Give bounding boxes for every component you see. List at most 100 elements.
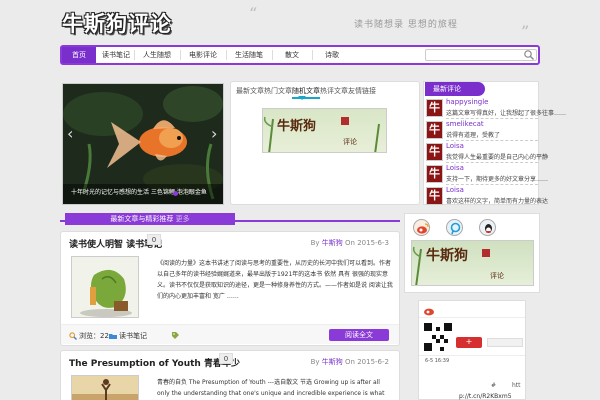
- nav-item-life-essays[interactable]: 生活随笔: [227, 47, 271, 63]
- image-slider[interactable]: ‹ › 十年时光的记忆与感想的生活 三色锦鲤 泡泡眼金鱼: [62, 83, 224, 205]
- comment-author[interactable]: happysingle: [446, 98, 488, 106]
- nav-item-prose[interactable]: 散文: [273, 47, 311, 63]
- folder-icon: [109, 334, 117, 339]
- bamboo-decoration: [263, 116, 380, 152]
- post-excerpt: 青春的自负 The Presumption of Youth ---选自散文 节…: [157, 379, 385, 397]
- post-meta: By 牛斯狗 On 2015-6-2: [311, 357, 389, 367]
- comment-author[interactable]: Loisa: [446, 186, 464, 194]
- comment-item[interactable]: 牛 Loisa 支持一下，期待更多的好文章分享……: [426, 164, 548, 186]
- comment-divider: [446, 118, 538, 119]
- weibo-divider: [419, 355, 525, 356]
- comment-item[interactable]: 牛 smelikecat 说得有道理，受教了: [426, 120, 538, 142]
- main-nav: 首页 读书笔记 人生随想 电影评论 生活随笔 散文 诗歌: [60, 45, 540, 65]
- date-label: On: [345, 358, 355, 366]
- sidebar-banner-decoration: [412, 246, 490, 285]
- post-views: 浏览：22: [69, 331, 109, 341]
- post-author[interactable]: 牛斯狗: [322, 358, 343, 366]
- slider-dot[interactable]: [173, 191, 178, 196]
- site-tagline: 读书随想录 思想的旅程: [354, 20, 458, 30]
- weibo-follow-button[interactable]: +: [456, 337, 482, 348]
- post-title[interactable]: The Presumption of Youth 青春年少: [69, 356, 240, 369]
- slider-caption[interactable]: 十年时光的记忆与感想的生活 三色锦鲤 泡泡眼金鱼: [71, 187, 219, 199]
- thumbnail-image: [72, 376, 138, 400]
- slider-next-button[interactable]: ›: [211, 124, 217, 143]
- comment-author[interactable]: smelikecat: [446, 120, 484, 128]
- social-widget: 牛斯狗 评论: [404, 213, 540, 293]
- post-card: 读书使人明智 读书笔记 0 By 牛斯狗 On 2015-6-3 《阅读的力量》…: [60, 231, 400, 346]
- site-logo[interactable]: 牛斯狗评论: [62, 8, 172, 38]
- post-card: The Presumption of Youth 青春年少 0 By 牛斯狗 O…: [60, 350, 400, 400]
- thumbnail-image: [72, 257, 138, 317]
- section-more-link[interactable]: 更多: [176, 215, 190, 223]
- weibo-hashtag[interactable]: #: [491, 382, 496, 389]
- weibo-link-start[interactable]: htt: [512, 382, 521, 389]
- weibo-icon[interactable]: [413, 219, 430, 236]
- slider-prev-button[interactable]: ‹: [67, 124, 73, 143]
- comment-item[interactable]: 牛 Loisa 喜欢这样的文字，简单而有力量的表达: [426, 186, 548, 208]
- site-banner-image[interactable]: 牛斯狗 评论: [262, 108, 387, 153]
- latest-comments-widget: 最新评论 牛 happysingle 这篇文章写得真好，让我想起了很多往事…… …: [423, 81, 566, 208]
- comment-count-badge[interactable]: 0: [219, 353, 233, 364]
- nav-item-poetry[interactable]: 诗歌: [313, 47, 351, 63]
- nav-item-movie-reviews[interactable]: 电影评论: [181, 47, 225, 63]
- weibo-placeholder-bar: [487, 338, 523, 347]
- avatar: 牛: [426, 187, 443, 205]
- comment-item[interactable]: 牛 Loisa 我觉得人生最重要的是自己内心的平静: [426, 142, 548, 164]
- post-date: 2015-6-2: [357, 358, 389, 366]
- quote-close-mark: ”: [521, 22, 530, 41]
- comment-divider: [446, 162, 538, 163]
- avatar: 牛: [426, 165, 443, 183]
- post-tags[interactable]: [171, 331, 181, 339]
- nav-item-reading-notes[interactable]: 读书笔记: [99, 47, 133, 63]
- weibo-widget: + 6-5 16:39 # htt p://t.cn/R2KBxm5: [418, 300, 526, 400]
- read-more-button[interactable]: 阅读全文: [329, 329, 389, 341]
- comment-text[interactable]: 我觉得人生最重要的是自己内心的平静: [446, 152, 548, 161]
- search-input[interactable]: [425, 49, 537, 61]
- comment-divider: [446, 140, 538, 141]
- section-header: 最新文章与精彩推荐 更多: [60, 213, 400, 226]
- magnifier-icon: [69, 332, 77, 340]
- tag-icon: [172, 332, 179, 339]
- post-author[interactable]: 牛斯狗: [322, 239, 343, 247]
- tab-popular[interactable]: 热门文章: [264, 86, 292, 96]
- section-title-text: 最新文章与精彩推荐: [110, 215, 174, 223]
- comment-author[interactable]: Loisa: [446, 142, 464, 150]
- weibo-divider: [419, 317, 525, 318]
- weibo-logo-icon: [424, 308, 434, 316]
- search-icon[interactable]: [523, 49, 535, 61]
- comment-count-badge[interactable]: 0: [147, 234, 161, 245]
- comment-text[interactable]: 这篇文章写得真好，让我想起了很多往事……: [446, 108, 566, 117]
- post-date: 2015-6-3: [357, 239, 389, 247]
- avatar: 牛: [426, 121, 443, 139]
- section-title: 最新文章与精彩推荐 更多: [65, 213, 235, 225]
- post-thumbnail[interactable]: [71, 375, 139, 400]
- post-category[interactable]: 读书笔记: [109, 331, 147, 341]
- tab-random[interactable]: 随机文章: [292, 86, 320, 99]
- active-tab-indicator: [298, 96, 306, 100]
- avatar: 牛: [426, 143, 443, 161]
- tab-latest[interactable]: 最新文章: [236, 86, 264, 96]
- weibo-link[interactable]: p://t.cn/R2KBxm5: [459, 393, 512, 400]
- nav-item-home[interactable]: 首页: [62, 47, 96, 63]
- tab-links[interactable]: 友情链接: [348, 86, 376, 96]
- comment-author[interactable]: Loisa: [446, 164, 464, 172]
- comment-text[interactable]: 支持一下，期待更多的好文章分享……: [446, 174, 548, 183]
- post-category-label[interactable]: 读书笔记: [119, 332, 147, 340]
- comment-item[interactable]: 牛 happysingle 这篇文章写得真好，让我想起了很多往事……: [426, 98, 566, 120]
- tab-most-commented[interactable]: 热评文章: [320, 86, 348, 96]
- comment-text[interactable]: 说得有道理，受教了: [446, 130, 500, 139]
- post-views-count: 浏览：22: [79, 332, 109, 340]
- nav-item-life-thoughts[interactable]: 人生随想: [135, 47, 179, 63]
- tencent-weibo-icon[interactable]: [446, 219, 463, 236]
- author-label: By: [310, 358, 320, 366]
- post-thumbnail[interactable]: [71, 256, 139, 318]
- qq-icon[interactable]: [479, 219, 496, 236]
- sidebar-banner-image[interactable]: 牛斯狗 评论: [411, 240, 534, 286]
- post-meta: By 牛斯狗 On 2015-6-3: [311, 238, 389, 248]
- comment-text[interactable]: 喜欢这样的文字，简单而有力量的表达: [446, 196, 548, 205]
- avatar: 牛: [426, 99, 443, 117]
- post-footer: 浏览：22 读书笔记 阅读全文: [61, 324, 399, 344]
- date-label: On: [345, 239, 355, 247]
- comment-divider: [446, 184, 538, 185]
- qr-code-icon[interactable]: [424, 323, 452, 351]
